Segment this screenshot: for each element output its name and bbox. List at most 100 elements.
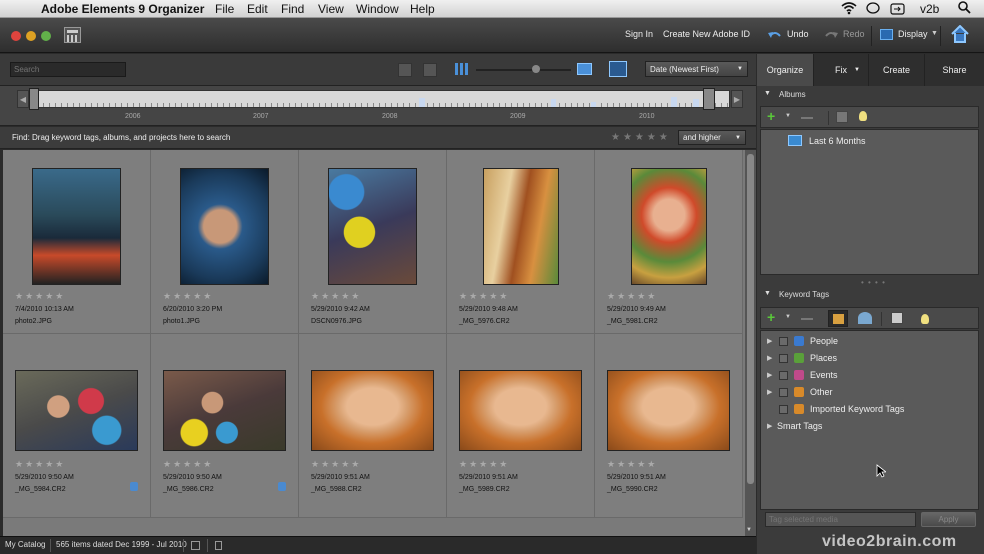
media-thumbnail[interactable]: ★★★★★ 5/29/2010 9:51 AM _MG_5990.CR2 — [595, 334, 743, 518]
display-menu-button[interactable]: Display — [898, 29, 928, 39]
spotlight-icon[interactable] — [958, 1, 971, 17]
sign-in-link[interactable]: Sign In — [625, 29, 653, 39]
menu-window[interactable]: Window — [356, 2, 399, 16]
photo-image[interactable] — [311, 370, 434, 451]
rating-stars[interactable]: ★★★★★ — [15, 459, 65, 470]
timeline-start-handle[interactable] — [29, 88, 39, 110]
timeline-left-arrow[interactable]: ◀ — [17, 90, 29, 108]
umbrella-icon[interactable] — [858, 312, 872, 324]
tab-organize[interactable]: Organize — [757, 54, 813, 86]
zoom-window-button[interactable] — [41, 31, 51, 41]
tag-category-events[interactable]: ▶ Events — [767, 368, 838, 382]
add-album-icon[interactable]: + — [767, 108, 775, 124]
rating-stars[interactable]: ★★★★★ — [607, 291, 657, 302]
find-bar[interactable]: Find: Drag keyword tags, albums, and pro… — [0, 127, 756, 149]
lightbulb-icon[interactable] — [921, 314, 929, 324]
add-tag-icon[interactable]: + — [767, 309, 775, 325]
rating-stars[interactable]: ★★★★★ — [311, 459, 361, 470]
timeline-right-arrow[interactable]: ▶ — [731, 90, 743, 108]
tag-selected-media-input[interactable] — [766, 513, 915, 526]
photo-image[interactable] — [607, 370, 730, 451]
smart-tags-row[interactable]: ▶ Smart Tags — [767, 419, 822, 433]
media-thumbnail[interactable]: ★★★★★ 5/29/2010 9:50 AM _MG_5986.CR2 — [151, 334, 299, 518]
full-screen-icon[interactable] — [609, 61, 627, 77]
rating-stars[interactable]: ★★★★★ — [311, 291, 361, 302]
home-icon[interactable] — [951, 24, 969, 45]
rating-stars[interactable]: ★★★★★ — [163, 459, 213, 470]
media-thumbnail[interactable]: ★★★★★ 5/29/2010 9:42 AM DSCN0976.JPG — [299, 150, 447, 334]
wifi-icon[interactable] — [841, 1, 857, 18]
media-thumbnail[interactable]: ★★★★★ 7/4/2010 10:13 AM photo2.JPG — [3, 150, 151, 334]
delete-tag-icon[interactable] — [801, 318, 813, 320]
tag-category-places[interactable]: ▶ Places — [767, 351, 837, 365]
photo-image[interactable] — [180, 168, 269, 285]
photo-image[interactable] — [483, 168, 559, 285]
menu-help[interactable]: Help — [410, 2, 435, 16]
menu-edit[interactable]: Edit — [247, 2, 268, 16]
rotate-left-icon[interactable] — [398, 63, 412, 77]
search-input[interactable] — [11, 63, 125, 76]
rating-stars[interactable]: ★★★★★ — [15, 291, 65, 302]
expand-triangle-icon[interactable]: ▶ — [767, 388, 773, 396]
tab-create[interactable]: Create — [868, 54, 924, 86]
media-thumbnail[interactable]: ★★★★★ 5/29/2010 9:48 AM _MG_5976.CR2 — [447, 150, 595, 334]
expand-triangle-icon[interactable]: ▶ — [767, 354, 773, 362]
catalog-name[interactable]: My Catalog — [5, 540, 45, 549]
photo-image[interactable] — [459, 370, 582, 451]
small-thumbnails-icon[interactable] — [455, 63, 469, 75]
person-card-icon[interactable] — [891, 312, 903, 324]
create-adobe-id-link[interactable]: Create New Adobe ID — [663, 29, 750, 39]
calculator-icon[interactable] — [64, 27, 81, 43]
media-thumbnail[interactable]: ★★★★★ 6/20/2010 3:20 PM photo1.JPG — [151, 150, 299, 334]
chat-icon[interactable] — [866, 2, 880, 18]
media-thumbnail[interactable]: ★★★★★ 5/29/2010 9:51 AM _MG_5988.CR2 — [299, 334, 447, 518]
menu-view[interactable]: View — [318, 2, 344, 16]
menu-file[interactable]: File — [215, 2, 234, 16]
apply-button[interactable]: Apply — [921, 512, 976, 527]
albums-header[interactable]: ▼ Albums — [757, 86, 984, 104]
rating-filter-stars[interactable]: ★★★★★ — [611, 132, 671, 143]
edit-album-icon[interactable] — [836, 111, 848, 123]
photo-image[interactable] — [15, 370, 138, 451]
timeline-end-handle[interactable] — [703, 88, 715, 110]
tag-checkbox[interactable] — [779, 387, 788, 397]
tag-category-other[interactable]: ▶ Other — [767, 385, 833, 399]
thumbnail-size-slider[interactable] — [476, 69, 571, 71]
scroll-down-icon[interactable]: ▼ — [746, 527, 752, 533]
large-thumbnails-icon[interactable] — [577, 63, 592, 75]
photo-image[interactable] — [328, 168, 417, 285]
menu-find[interactable]: Find — [281, 2, 304, 16]
timeline[interactable]: ◀ ▶ 2006 2007 2008 2009 2010 — [0, 86, 756, 126]
input-icon[interactable] — [890, 3, 905, 18]
undo-button[interactable]: Undo — [787, 29, 809, 39]
photo-image[interactable] — [163, 370, 286, 451]
minimize-window-button[interactable] — [26, 31, 36, 41]
media-thumbnail[interactable]: ★★★★★ 5/29/2010 9:49 AM _MG_5981.CR2 — [595, 150, 743, 334]
media-thumbnail[interactable]: ★★★★★ 5/29/2010 9:50 AM _MG_5984.CR2 — [3, 334, 151, 518]
photo-image[interactable] — [631, 168, 707, 285]
expand-triangle-icon[interactable]: ▶ — [767, 371, 773, 379]
app-menu[interactable]: Adobe Elements 9 Organizer — [41, 2, 204, 16]
lightbulb-icon[interactable] — [859, 111, 867, 121]
note-icon[interactable] — [215, 541, 222, 550]
expand-triangle-icon[interactable]: ▶ — [767, 422, 773, 430]
expand-triangle-icon[interactable]: ▶ — [767, 337, 773, 345]
tag-checkbox[interactable] — [779, 370, 788, 380]
tag-icon-active[interactable] — [828, 310, 848, 327]
rating-filter-dropdown[interactable]: and higher ▼ — [678, 130, 746, 145]
grid-scrollbar[interactable]: ▼ — [745, 150, 756, 536]
rating-stars[interactable]: ★★★★★ — [163, 291, 213, 302]
tag-category-people[interactable]: ▶ People — [767, 334, 838, 348]
scrollbar-thumb[interactable] — [747, 154, 754, 484]
sort-order-dropdown[interactable]: Date (Newest First) ▼ — [645, 61, 748, 77]
album-item-last-6-months[interactable]: Last 6 Months — [788, 135, 866, 146]
rating-stars[interactable]: ★★★★★ — [459, 291, 509, 302]
media-thumbnail[interactable]: ★★★★★ 5/29/2010 9:51 AM _MG_5989.CR2 — [447, 334, 595, 518]
tag-category-imported[interactable]: Imported Keyword Tags — [767, 402, 904, 416]
tag-checkbox[interactable] — [779, 353, 788, 363]
slider-handle[interactable] — [532, 65, 540, 73]
photo-image[interactable] — [32, 168, 121, 285]
close-window-button[interactable] — [11, 31, 21, 41]
user-name[interactable]: v2b — [920, 2, 939, 16]
media-grid[interactable]: ★★★★★ 7/4/2010 10:13 AM photo2.JPG ★★★★★… — [3, 150, 745, 536]
